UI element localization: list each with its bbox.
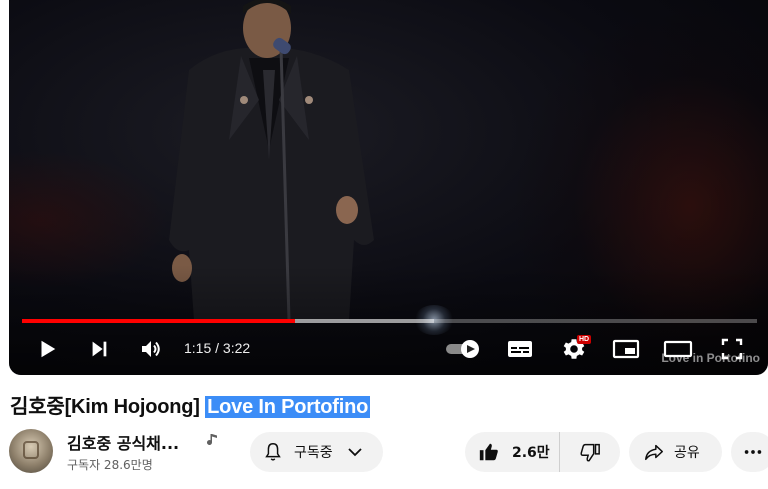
share-icon	[645, 444, 663, 461]
video-title-selected-text: Love In Portofino	[205, 396, 371, 418]
player-controls: 1:15 / 3:22 HD	[9, 330, 768, 368]
music-note-icon	[207, 434, 217, 445]
video-watermark: Love in Portofino	[661, 351, 760, 365]
autoplay-toggle-icon	[446, 340, 479, 358]
video-title: 김호중[Kim Hojoong] Love In Portofino	[10, 390, 371, 419]
more-icon	[744, 450, 762, 454]
volume-button[interactable]	[135, 330, 167, 368]
miniplayer-button[interactable]	[609, 330, 643, 368]
more-actions-button[interactable]	[731, 432, 768, 472]
channel-avatar[interactable]	[9, 429, 53, 473]
volume-icon	[142, 341, 160, 357]
next-button[interactable]	[83, 330, 115, 368]
video-title-prefix: 김호중[Kim Hojoong]	[10, 396, 206, 418]
subscribed-button[interactable]: 구독중	[250, 432, 383, 472]
play-button[interactable]	[31, 330, 63, 368]
video-player[interactable]: 1:15 / 3:22 HD Love in Portofino	[9, 0, 768, 375]
time-display: 1:15 / 3:22	[184, 340, 251, 356]
thumbs-up-icon	[479, 443, 498, 461]
subtitles-icon	[508, 341, 532, 357]
next-icon	[92, 341, 107, 357]
hd-badge: HD	[577, 335, 592, 344]
avatar-logo-mark	[23, 441, 39, 459]
channel-name[interactable]: 김호중 공식채...	[67, 430, 179, 454]
settings-button[interactable]: HD	[557, 330, 592, 368]
subtitles-button[interactable]	[503, 330, 537, 368]
progress-played	[22, 319, 296, 323]
like-button[interactable]: 2.6만	[465, 432, 560, 472]
progress-bar[interactable]	[22, 319, 757, 323]
share-label: 공유	[674, 445, 700, 461]
subscriber-count: 구독자 28.6만명	[67, 458, 153, 472]
autoplay-toggle[interactable]	[443, 330, 483, 368]
miniplayer-icon	[612, 339, 640, 359]
dislike-button[interactable]	[560, 432, 619, 472]
like-dislike-group: 2.6만	[465, 432, 620, 472]
subscribed-label: 구독중	[294, 445, 333, 461]
share-button[interactable]: 공유	[629, 432, 722, 472]
thumbs-down-icon	[579, 443, 600, 462]
play-icon	[41, 340, 56, 358]
chevron-down-icon	[348, 448, 362, 457]
bell-icon	[265, 443, 281, 461]
like-count: 2.6만	[512, 445, 550, 461]
